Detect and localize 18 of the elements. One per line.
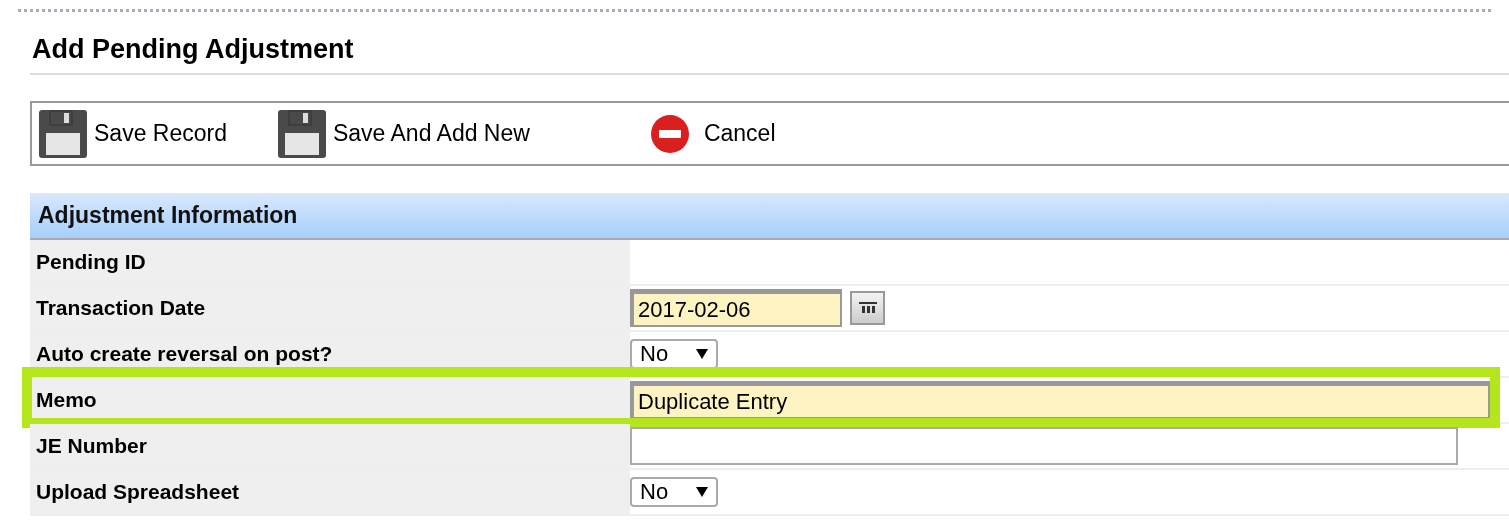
- no-entry-icon: [649, 113, 690, 154]
- cancel-button[interactable]: Cancel: [649, 113, 776, 154]
- field-label: JE Number: [30, 424, 630, 468]
- dropdown-arrow-icon: [696, 349, 708, 359]
- text-field[interactable]: [630, 427, 1458, 465]
- save-button[interactable]: Save Record: [38, 108, 227, 159]
- select-dropdown[interactable]: No: [630, 477, 718, 507]
- field-label: Pending ID: [30, 240, 630, 284]
- section-header: Adjustment Information: [30, 193, 1509, 240]
- field-label: Upload Spreadsheet: [30, 470, 630, 514]
- field-label: Transaction Date: [30, 286, 630, 330]
- text-field[interactable]: Duplicate Entry: [630, 381, 1490, 419]
- select-dropdown[interactable]: No: [630, 339, 718, 369]
- dropdown-arrow-icon: [696, 487, 708, 497]
- save-button[interactable]: Save And Add New: [276, 108, 530, 159]
- text-field[interactable]: 2017-02-06: [630, 289, 842, 327]
- calendar-icon[interactable]: [850, 291, 885, 325]
- page-title: Add Pending Adjustment: [30, 36, 1509, 75]
